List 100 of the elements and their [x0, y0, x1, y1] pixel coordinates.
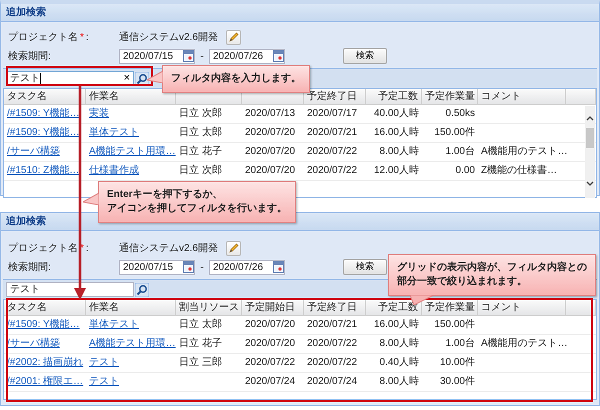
column-header[interactable]: 予定終了日	[304, 300, 366, 315]
callout-pointer	[83, 193, 99, 205]
calendar-icon[interactable]	[273, 261, 284, 273]
callout: グリッドの表示内容が、フィルタ内容との 部分一致で絞り込まれます。	[388, 254, 596, 296]
task-link[interactable]: /#2002: 描画崩れ	[7, 357, 84, 368]
column-header[interactable]: 予定作業量	[422, 89, 478, 104]
panel-title: 追加検索	[6, 214, 46, 229]
table-cell-text: 日立 次郎	[178, 106, 223, 121]
panel-title: 追加検索	[6, 6, 46, 20]
edit-button[interactable]	[226, 240, 241, 256]
callout: フィルタ内容を入力します。	[162, 65, 310, 93]
table-cell-text: 2020/07/24	[306, 375, 358, 389]
table-cell-text: 日立 花子	[178, 144, 223, 159]
date-field[interactable]: 2020/07/26	[209, 260, 285, 274]
date-field[interactable]: 2020/07/26	[209, 48, 285, 64]
filter-field[interactable]: テスト	[6, 282, 134, 297]
colon: :	[86, 30, 89, 44]
callout: Enterキーを押下するか、 アイコンを押してフィルタを行います。	[98, 181, 296, 223]
table-cell-text: 2020/07/22	[306, 356, 358, 370]
work-link[interactable]: テスト	[89, 357, 119, 368]
range-separator: -	[199, 260, 205, 274]
work-link[interactable]: 単体テスト	[89, 127, 139, 138]
table-cell-text: 2020/07/17	[306, 107, 358, 121]
table-cell-text: A機能用のテスト…	[480, 144, 566, 159]
table-cell-text: 2020/07/24	[244, 375, 296, 389]
table-cell-text: 40.00人時	[372, 106, 420, 121]
column-header[interactable]: コメント	[478, 89, 566, 104]
calendar-icon[interactable]	[183, 261, 194, 273]
date-field[interactable]: 2020/07/15	[119, 260, 195, 274]
table-cell-text: 2020/07/21	[306, 318, 358, 332]
table-cell-text: 12.00人時	[372, 164, 420, 178]
table-cell-text: 10.00件	[438, 356, 476, 370]
project-value: 通信システムv2.6開発	[119, 242, 218, 256]
colon: :	[86, 242, 89, 256]
column-header[interactable]: 作業名	[86, 300, 176, 315]
table-cell-text: 8.00人時	[378, 336, 420, 351]
column-header[interactable]: 予定開始日	[242, 300, 304, 315]
field-label: 検索期間:	[8, 260, 51, 274]
column-header[interactable]: タスク名	[4, 89, 86, 104]
clear-button[interactable]: ×	[124, 73, 130, 84]
table-cell-text: 2020/07/20	[244, 126, 296, 140]
table-cell-text: 2020/07/20	[244, 164, 296, 178]
date-field[interactable]: 2020/07/15	[119, 48, 195, 64]
search-button[interactable]: 検索	[343, 48, 387, 64]
table-cell-text: 150.00件	[433, 126, 476, 140]
work-link[interactable]: 仕様書作成	[89, 165, 139, 176]
table-cell-text: 2020/07/20	[244, 318, 296, 332]
table-cell-text: 日立 三郎	[178, 356, 223, 370]
work-link[interactable]: A機能テスト用環…	[89, 338, 176, 349]
work-link[interactable]: テスト	[89, 376, 119, 387]
edit-button[interactable]	[226, 30, 241, 44]
table-cell-text: 16.00人時	[372, 126, 420, 140]
scrollbar[interactable]	[585, 106, 595, 198]
task-link[interactable]: /#1510: Z機能…	[7, 165, 80, 176]
table-cell-text: 日立 次郎	[178, 164, 223, 178]
table-cell-text: 150.00件	[433, 318, 476, 332]
callout-pointer	[147, 71, 163, 83]
pencil-icon	[228, 32, 239, 42]
table-cell-text: 1.00台	[444, 336, 476, 351]
required-mark: *	[80, 30, 84, 44]
field-label: プロジェクト名	[8, 30, 78, 44]
task-link[interactable]: /#1509: Y機能…	[7, 127, 80, 138]
task-link[interactable]: /サーバ構築	[7, 146, 60, 157]
table-cell-text: Z機能の仕様書…	[480, 164, 558, 178]
search-button[interactable]: 検索	[343, 259, 387, 275]
work-link[interactable]: 実装	[89, 108, 109, 119]
table-cell-text: 2020/07/21	[306, 126, 358, 140]
work-link[interactable]: 単体テスト	[89, 319, 139, 330]
table-cell-text: 日立 花子	[178, 336, 223, 351]
task-link[interactable]: /#1509: Y機能…	[7, 319, 80, 330]
table-cell-text: 2020/07/13	[244, 107, 296, 121]
table-cell-text: 2020/07/20	[244, 145, 296, 159]
column-header[interactable]: 割当リソース	[176, 300, 242, 315]
search-icon	[135, 282, 149, 296]
field-label: 検索期間:	[8, 50, 51, 64]
table-cell-text: 2020/07/22	[306, 145, 358, 159]
table-cell-text: 0.00	[454, 164, 476, 178]
task-link[interactable]: /#1509: Y機能…	[7, 108, 80, 119]
project-value: 通信システムv2.6開発	[119, 30, 218, 44]
column-header[interactable]: 予定工数	[366, 89, 422, 104]
work-link[interactable]: A機能テスト用環…	[89, 146, 176, 157]
table-cell-text: 日立 太郎	[178, 318, 223, 332]
table-cell-text: 8.00人時	[378, 144, 420, 159]
search-icon	[135, 72, 149, 86]
table-cell-text: 日立 太郎	[178, 126, 223, 140]
column-header[interactable]: コメント	[478, 300, 566, 315]
task-link[interactable]: /#2001: 権限エ…	[7, 376, 84, 387]
calendar-icon[interactable]	[273, 50, 284, 62]
table-cell-text: 2020/07/22	[306, 337, 358, 351]
filter-button[interactable]	[135, 282, 149, 296]
table-cell-text: 16.00人時	[372, 318, 420, 332]
table-cell-text: 30.00件	[438, 375, 476, 389]
column-header[interactable]: タスク名	[4, 300, 86, 315]
table-cell-text: 0.50ks	[444, 107, 476, 121]
pencil-icon	[228, 242, 239, 254]
table-cell-text: A機能用のテスト…	[480, 336, 566, 351]
table-cell-text: 0.40人時	[378, 356, 420, 370]
calendar-icon[interactable]	[183, 50, 194, 62]
table-cell-text: 2020/07/20	[244, 337, 296, 351]
table-cell-text: 2020/07/22	[306, 164, 358, 178]
